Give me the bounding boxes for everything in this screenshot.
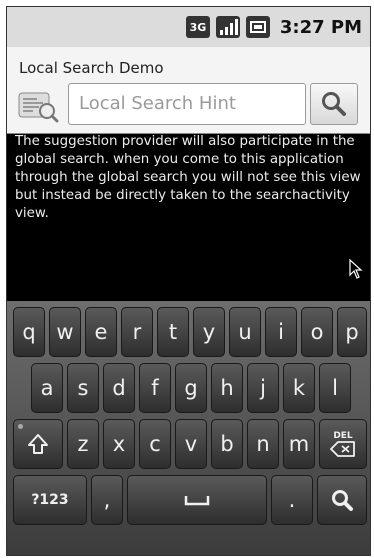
key-z[interactable]: z [67, 419, 99, 469]
key-u[interactable]: u [229, 307, 261, 357]
key-k[interactable]: k [283, 363, 315, 413]
shift-arrow-icon [28, 434, 48, 454]
key-w[interactable]: w [49, 307, 81, 357]
key-o[interactable]: o [301, 307, 333, 357]
key-e[interactable]: e [85, 307, 117, 357]
space-key[interactable] [127, 475, 267, 525]
key-s[interactable]: s [67, 363, 99, 413]
key-v[interactable]: v [175, 419, 207, 469]
comma-key[interactable]: , [91, 475, 123, 525]
key-a[interactable]: a [31, 363, 63, 413]
delete-key-label: DEL [333, 431, 353, 441]
period-key[interactable]: . [271, 475, 313, 525]
symbols-key[interactable]: ?123 [13, 475, 87, 525]
key-q[interactable]: q [13, 307, 45, 357]
shift-key[interactable] [13, 419, 63, 469]
key-h[interactable]: h [211, 363, 243, 413]
key-n[interactable]: n [247, 419, 279, 469]
soft-keyboard: q w e r t y u i o p a s d f g h j k l z … [7, 301, 370, 555]
delete-key[interactable]: DEL [319, 419, 367, 469]
key-f[interactable]: f [139, 363, 171, 413]
search-key[interactable] [317, 475, 367, 525]
app-icon [18, 92, 59, 123]
search-button[interactable] [310, 83, 358, 125]
signal-icon [215, 16, 240, 38]
search-icon [322, 92, 346, 116]
space-bar-icon [184, 496, 210, 506]
search-input[interactable]: Local Search Hint [68, 83, 306, 125]
key-r[interactable]: r [121, 307, 153, 357]
mouse-pointer-icon [349, 259, 363, 279]
key-b[interactable]: b [211, 419, 243, 469]
app-title: Local Search Demo [19, 59, 164, 77]
key-d[interactable]: d [103, 363, 135, 413]
shift-indicator-dot [18, 424, 23, 429]
keyboard-row-1: q w e r t y u i o p [7, 301, 370, 357]
key-g[interactable]: g [175, 363, 207, 413]
status-bar: 3G 3:27 PM [7, 7, 370, 47]
search-panel: Local Search Demo Local Search Hint [7, 47, 370, 134]
key-t[interactable]: t [157, 307, 189, 357]
key-p[interactable]: p [337, 307, 367, 357]
key-x[interactable]: x [103, 419, 135, 469]
key-l[interactable]: l [319, 363, 351, 413]
key-i[interactable]: i [265, 307, 297, 357]
keyboard-row-4: ?123 , . [7, 469, 370, 525]
search-icon [332, 490, 353, 511]
phone-screen: 3G 3:27 PM Local Search Demo Local Searc… [6, 6, 371, 556]
keyboard-row-3: z x c v b n m DEL [7, 413, 370, 469]
battery-icon [245, 16, 270, 38]
backspace-icon [330, 441, 355, 457]
key-y[interactable]: y [193, 307, 225, 357]
keyboard-row-2: a s d f g h j k l [7, 357, 370, 413]
svg-text:3G: 3G [190, 21, 207, 34]
network-3g-icon: 3G [185, 16, 210, 38]
key-m[interactable]: m [283, 419, 315, 469]
key-c[interactable]: c [139, 419, 171, 469]
key-j[interactable]: j [247, 363, 279, 413]
clock: 3:27 PM [279, 16, 362, 38]
description-text: The suggestion provider will also partic… [15, 134, 361, 221]
